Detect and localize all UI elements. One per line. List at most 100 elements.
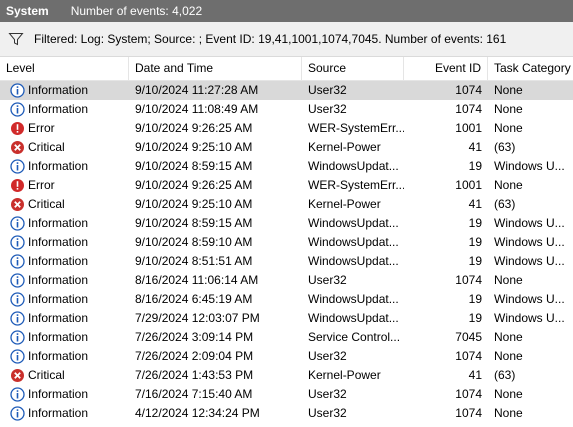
date-time-cell: 8/16/2024 11:06:14 AM — [135, 273, 259, 287]
date-time-cell: 9/10/2024 8:59:15 AM — [135, 159, 253, 173]
level-label: Information — [28, 406, 89, 420]
table-row[interactable]: Error 9/10/2024 9:26:25 AM WER-SystemErr..… — [0, 119, 573, 138]
source-cell: Kernel-Power — [308, 197, 381, 211]
critical-icon — [10, 140, 25, 155]
critical-icon — [10, 368, 25, 383]
table-row[interactable]: Information 7/29/2024 12:03:07 PM WindowsU… — [0, 309, 573, 328]
date-time-cell: 9/10/2024 11:08:49 AM — [135, 102, 259, 116]
source-cell: WindowsUpdat... — [308, 216, 399, 230]
task-category-cell: None — [494, 83, 523, 97]
table-row[interactable]: Information 7/16/2024 7:15:40 AM User32 107… — [0, 385, 573, 404]
information-icon — [10, 292, 25, 307]
level-cell: Information — [10, 328, 128, 347]
level-cell: Information — [10, 214, 128, 233]
level-label: Critical — [28, 197, 65, 211]
level-cell: Information — [10, 290, 128, 309]
level-cell: Information — [10, 404, 128, 423]
information-icon — [10, 235, 25, 250]
table-row[interactable]: Critical 7/26/2024 1:43:53 PM Kernel-Power… — [0, 366, 573, 385]
task-category-cell: None — [494, 178, 523, 192]
source-cell: Kernel-Power — [308, 368, 381, 382]
level-cell: Critical — [10, 195, 128, 214]
table-row[interactable]: Information 9/10/2024 8:59:15 AM WindowsUp… — [0, 214, 573, 233]
column-header-row: Level Date and Time Source Event ID Task… — [0, 57, 573, 81]
critical-icon — [10, 197, 25, 212]
information-icon — [10, 254, 25, 269]
event-id-cell: 19 — [468, 254, 482, 268]
date-time-cell: 8/16/2024 6:45:19 AM — [135, 292, 253, 306]
level-cell: Information — [10, 233, 128, 252]
table-row[interactable]: Information 4/12/2024 12:34:24 PM User32 10… — [0, 404, 573, 423]
level-label: Information — [28, 387, 89, 401]
date-time-cell: 9/10/2024 9:25:10 AM — [135, 197, 253, 211]
level-cell: Error — [10, 176, 128, 195]
column-header-event-id[interactable]: Event ID — [404, 57, 488, 80]
source-cell: User32 — [308, 387, 347, 401]
table-row[interactable]: Information 9/10/2024 8:51:51 AM WindowsUp… — [0, 252, 573, 271]
table-row[interactable]: Information 8/16/2024 11:06:14 AM User32 10… — [0, 271, 573, 290]
table-row[interactable]: Error 9/10/2024 9:26:25 AM WER-SystemErr..… — [0, 176, 573, 195]
table-row[interactable]: Information 9/10/2024 11:08:49 AM User32 10… — [0, 100, 573, 119]
table-row[interactable]: Information 9/10/2024 8:59:15 AM WindowsUp… — [0, 157, 573, 176]
task-category-cell: None — [494, 349, 523, 363]
task-category-cell: Windows U... — [494, 216, 565, 230]
level-label: Error — [28, 178, 55, 192]
event-id-cell: 19 — [468, 292, 482, 306]
event-id-cell: 1001 — [455, 121, 482, 135]
table-row[interactable]: Information 7/26/2024 2:09:04 PM User32 107… — [0, 347, 573, 366]
event-id-cell: 41 — [468, 197, 482, 211]
table-row[interactable]: Information 9/10/2024 8:59:10 AM WindowsUp… — [0, 233, 573, 252]
source-cell: Kernel-Power — [308, 140, 381, 154]
table-row[interactable]: Critical 9/10/2024 9:25:10 AM Kernel-Power… — [0, 195, 573, 214]
error-icon — [10, 178, 25, 193]
task-category-cell: Windows U... — [494, 235, 565, 249]
filter-bar: Filtered: Log: System; Source: ; Event I… — [0, 22, 573, 57]
information-icon — [10, 83, 25, 98]
source-cell: WindowsUpdat... — [308, 159, 399, 173]
level-label: Information — [28, 102, 89, 116]
level-label: Information — [28, 349, 89, 363]
event-id-cell: 19 — [468, 216, 482, 230]
filter-description: Filtered: Log: System; Source: ; Event I… — [34, 32, 507, 46]
table-row[interactable]: Information 8/16/2024 6:45:19 AM WindowsUp… — [0, 290, 573, 309]
task-category-cell: None — [494, 102, 523, 116]
date-time-cell: 9/10/2024 8:59:15 AM — [135, 216, 253, 230]
source-cell: User32 — [308, 406, 347, 420]
level-label: Information — [28, 273, 89, 287]
level-label: Critical — [28, 368, 65, 382]
source-cell: WindowsUpdat... — [308, 311, 399, 325]
task-category-cell: None — [494, 330, 523, 344]
information-icon — [10, 349, 25, 364]
task-category-cell: None — [494, 406, 523, 420]
event-count: Number of events: 4,022 — [70, 4, 203, 18]
task-category-cell: (63) — [494, 197, 516, 211]
level-cell: Information — [10, 157, 128, 176]
date-time-cell: 4/12/2024 12:34:24 PM — [135, 406, 260, 420]
task-category-cell: None — [494, 387, 523, 401]
date-time-cell: 9/10/2024 11:27:28 AM — [135, 83, 259, 97]
level-label: Information — [28, 292, 89, 306]
event-id-cell: 1074 — [455, 387, 482, 401]
task-category-cell: Windows U... — [494, 159, 565, 173]
column-header-source[interactable]: Source — [302, 57, 404, 80]
column-header-task-category[interactable]: Task Category — [488, 57, 573, 80]
level-label: Information — [28, 254, 89, 268]
column-header-date-time[interactable]: Date and Time — [129, 57, 302, 80]
table-row[interactable]: Critical 9/10/2024 9:25:10 AM Kernel-Power… — [0, 138, 573, 157]
information-icon — [10, 330, 25, 345]
date-time-cell: 9/10/2024 9:26:25 AM — [135, 178, 253, 192]
column-header-level[interactable]: Level — [0, 57, 129, 80]
table-row[interactable]: Information 9/10/2024 11:27:28 AM User32 10… — [0, 81, 573, 100]
level-cell: Information — [10, 347, 128, 366]
information-icon — [10, 311, 25, 326]
task-category-cell: None — [494, 121, 523, 135]
level-cell: Information — [10, 252, 128, 271]
level-label: Information — [28, 311, 89, 325]
information-icon — [10, 216, 25, 231]
level-label: Information — [28, 330, 89, 344]
task-category-cell: Windows U... — [494, 292, 565, 306]
table-row[interactable]: Information 7/26/2024 3:09:14 PM Service C… — [0, 328, 573, 347]
level-cell: Information — [10, 309, 128, 328]
date-time-cell: 9/10/2024 8:51:51 AM — [135, 254, 253, 268]
level-label: Information — [28, 159, 89, 173]
